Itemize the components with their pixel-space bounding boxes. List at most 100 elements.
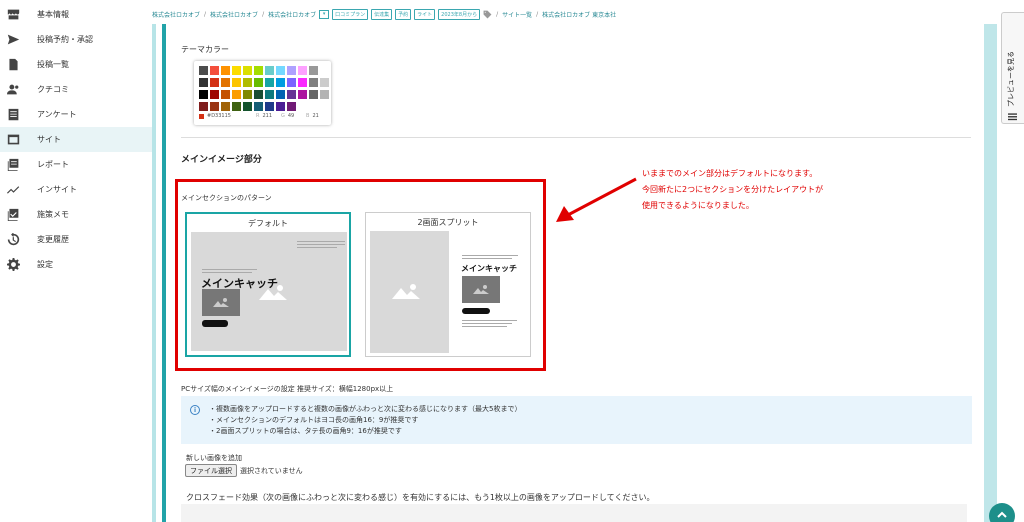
plan-tag: 2023年8月から (438, 8, 481, 20)
color-swatch[interactable] (298, 78, 307, 87)
color-swatch[interactable] (287, 102, 296, 111)
sidebar-item-change-history[interactable]: 変更履歴 (0, 227, 152, 252)
color-swatch[interactable] (298, 90, 307, 99)
color-swatch[interactable] (276, 90, 285, 99)
info-icon: i (190, 405, 200, 415)
preview-tab[interactable]: プレビューを見る (1001, 12, 1024, 124)
breadcrumb-item[interactable]: 株式会社ロカオブ 東京本社 (542, 10, 616, 19)
annotation-line: 使用できるようになりました。 (642, 201, 754, 210)
color-swatch[interactable] (287, 90, 296, 99)
sidebar-item-label: クチコミ (37, 85, 69, 94)
color-swatch[interactable] (232, 102, 241, 111)
r-label: R (256, 113, 260, 119)
breadcrumb-item[interactable]: サイト一覧 (502, 10, 532, 19)
color-swatch[interactable] (309, 90, 318, 99)
trend-icon (6, 183, 20, 197)
color-swatch[interactable] (199, 66, 208, 75)
color-swatch[interactable] (276, 102, 285, 111)
color-swatch[interactable] (209, 77, 220, 88)
plan-tag: ライト (414, 8, 436, 20)
g-value[interactable]: G 49 (281, 113, 294, 119)
placeholder-text (462, 258, 512, 259)
scroll-to-top-button[interactable] (989, 503, 1015, 522)
chevron-down-icon[interactable]: ▾ (319, 9, 330, 19)
color-picker[interactable]: #D33115 R 211 G 49 B 21 (194, 61, 331, 125)
breadcrumb-item[interactable]: 株式会社ロカオブ (268, 10, 316, 19)
color-swatch[interactable] (276, 78, 285, 87)
info-line: ・2画面スプリットの場合は、タテ長の画角9：16が推奨です (209, 427, 402, 435)
color-swatch[interactable] (199, 78, 208, 87)
hex-value[interactable]: #D33115 (207, 113, 231, 119)
sidebar-item-label: アンケート (37, 110, 77, 119)
color-swatch[interactable] (265, 102, 274, 111)
color-swatch[interactable] (199, 90, 208, 99)
color-swatch[interactable] (265, 78, 274, 87)
color-swatch[interactable] (320, 90, 329, 99)
sidebar-item-measures-memo[interactable]: 施策メモ (0, 202, 152, 227)
sidebar-item-site[interactable]: サイト (0, 127, 152, 152)
file-select-button[interactable]: ファイル選択 (185, 464, 237, 477)
breadcrumb-item[interactable]: 株式会社ロカオブ (210, 10, 258, 19)
placeholder-text (202, 269, 257, 270)
color-swatch[interactable] (221, 66, 230, 75)
color-swatch[interactable] (265, 90, 274, 99)
color-swatch[interactable] (232, 78, 241, 87)
annotation-line: いままでのメイン部分はデフォルトになります。 (642, 169, 818, 178)
color-swatch[interactable] (221, 78, 230, 87)
color-swatch[interactable] (221, 102, 230, 111)
cta-button-preview (202, 320, 228, 327)
color-swatch[interactable] (232, 90, 241, 99)
color-swatch[interactable] (320, 66, 329, 75)
color-swatch[interactable] (276, 66, 285, 75)
plan-tag: 口コミプラン (332, 8, 369, 20)
selected-color-dot (199, 114, 204, 119)
color-swatch[interactable] (210, 102, 219, 111)
pattern-card-split[interactable]: 2画面スプリット メインキャッチ (365, 212, 531, 357)
g-number: 49 (287, 113, 295, 119)
color-swatch[interactable] (232, 66, 241, 75)
r-value[interactable]: R 211 (256, 113, 272, 119)
color-swatch[interactable] (221, 90, 230, 99)
color-swatch[interactable] (210, 66, 219, 75)
breadcrumb: 株式会社ロカオブ / 株式会社ロカオブ / 株式会社ロカオブ ▾ 口コミプラン … (152, 7, 616, 21)
color-swatch[interactable] (265, 66, 274, 75)
color-swatch[interactable] (287, 78, 296, 87)
color-swatch[interactable] (254, 78, 263, 87)
store-icon (6, 8, 20, 22)
color-swatch[interactable] (243, 90, 252, 99)
sidebar-item-settings[interactable]: 設定 (0, 252, 152, 277)
sidebar-item-basic-info[interactable]: 基本情報 (0, 2, 152, 27)
list-icon (6, 108, 20, 122)
color-swatch[interactable] (254, 90, 263, 99)
pattern-card-default[interactable]: デフォルト メインキャッチ (185, 212, 351, 357)
color-swatch[interactable] (210, 90, 219, 99)
sidebar-item-label: 施策メモ (37, 210, 69, 219)
browser-icon (6, 133, 20, 147)
placeholder-text (297, 241, 345, 242)
crossfade-note: クロスフェード効果（次の画像にふわっと次に変わる感じ）を有効にするには、もう1枚… (186, 493, 655, 502)
b-value[interactable]: B 21 (306, 113, 319, 119)
sidebar-item-label: サイト (37, 135, 61, 144)
color-swatch[interactable] (309, 78, 318, 87)
pattern-label: メインセクションのパターン (181, 194, 272, 202)
color-swatch[interactable] (243, 102, 252, 111)
sidebar-item-post-schedule[interactable]: 投稿予約・承認 (0, 27, 152, 52)
color-swatch[interactable] (309, 66, 318, 75)
document-icon (6, 58, 20, 72)
color-swatch[interactable] (243, 78, 252, 87)
sidebar-item-insight[interactable]: インサイト (0, 177, 152, 202)
sidebar-item-post-list[interactable]: 投稿一覧 (0, 52, 152, 77)
color-swatch[interactable] (243, 66, 252, 75)
breadcrumb-item[interactable]: 株式会社ロカオブ (152, 10, 200, 19)
color-swatch[interactable] (254, 66, 263, 75)
color-swatch[interactable] (320, 78, 329, 87)
sidebar-item-reviews[interactable]: クチコミ (0, 77, 152, 102)
sidebar-item-report[interactable]: レポート (0, 152, 152, 177)
sidebar-item-label: インサイト (37, 185, 77, 194)
color-swatch[interactable] (287, 66, 296, 75)
sidebar-item-survey[interactable]: アンケート (0, 102, 152, 127)
color-swatch[interactable] (254, 102, 263, 111)
color-swatch[interactable] (298, 66, 307, 75)
color-swatch[interactable] (199, 102, 208, 111)
cta-button-preview (462, 308, 490, 314)
